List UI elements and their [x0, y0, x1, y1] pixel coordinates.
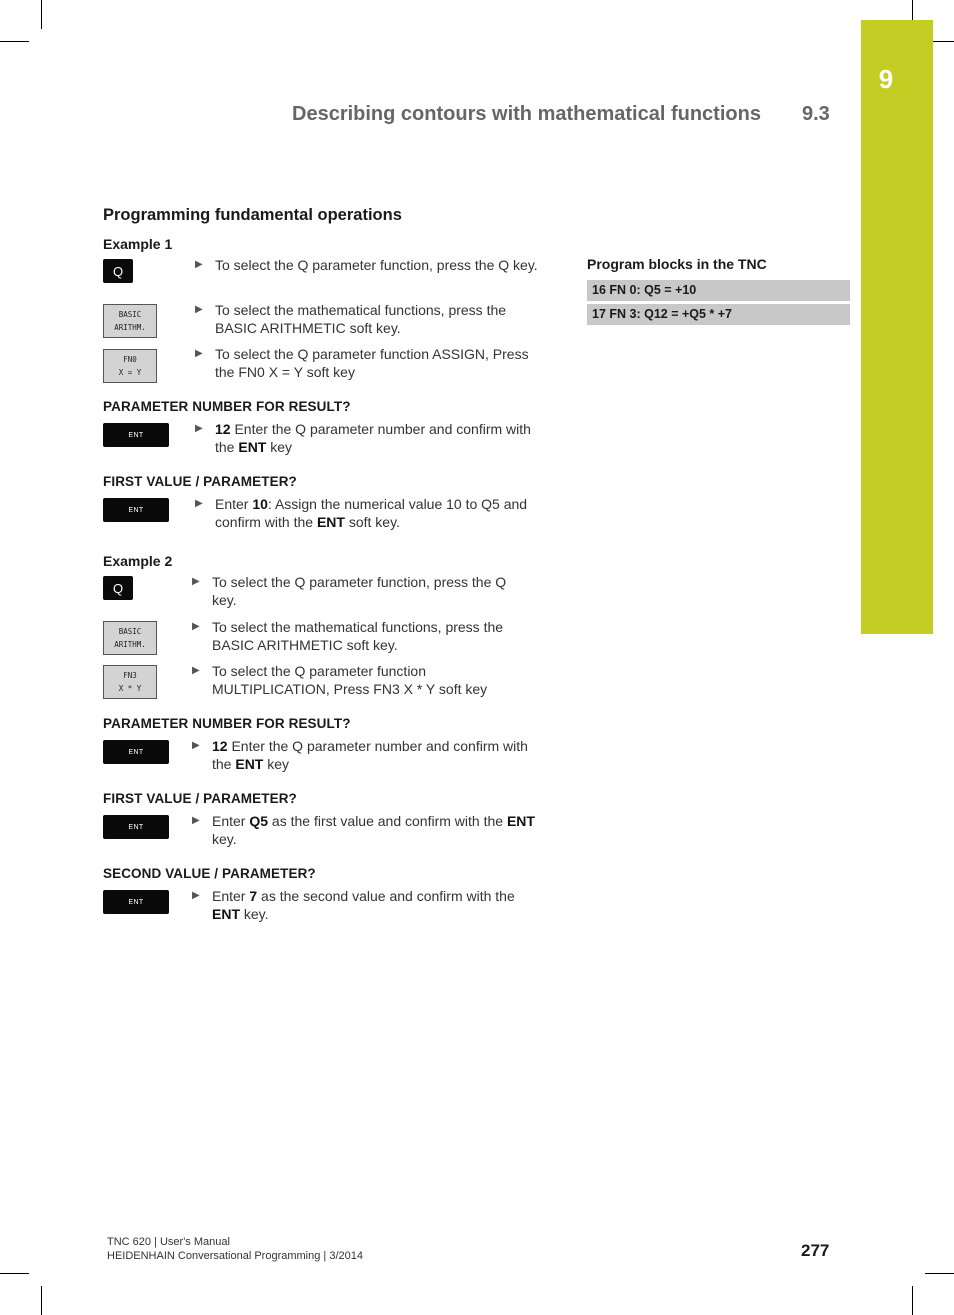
step-text: ▶ To select the Q parameter function, pr… — [195, 257, 538, 273]
chapter-tab: 9 — [861, 20, 933, 634]
triangle-right-icon: ▶ — [195, 259, 203, 270]
chapter-number: 9 — [878, 64, 894, 94]
running-title: Describing contours with mathematical fu… — [292, 103, 761, 125]
footer-line-2: HEIDENHAIN Conversational Programming | … — [107, 1250, 363, 1262]
triangle-right-icon: ▶ — [195, 498, 203, 509]
step-text: ▶ To select the mathematical functions, … — [192, 619, 504, 653]
step-text: ▶ Enter Q5 as the first value and confir… — [192, 813, 535, 847]
step-text: ▶ To select the mathematical functions, … — [195, 302, 507, 336]
prompt-label: PARAMETER NUMBER FOR RESULT? — [103, 716, 351, 731]
triangle-right-icon: ▶ — [195, 348, 203, 359]
section-number: 9.3 — [802, 103, 830, 125]
footer-info: TNC 620 | User's Manual HEIDENHAIN Conve… — [107, 1235, 363, 1263]
example-2-title: Example 2 — [103, 553, 173, 569]
crop-mark — [0, 41, 29, 42]
crop-mark — [41, 1286, 42, 1315]
triangle-right-icon: ▶ — [192, 621, 200, 632]
ent-key: ENT — [103, 815, 169, 839]
step-text: ▶ To select the Q parameter function ASS… — [195, 346, 529, 380]
fn0-softkey: FN0 X = Y — [103, 349, 157, 383]
crop-mark — [0, 1273, 29, 1274]
crop-mark — [925, 1273, 954, 1274]
triangle-right-icon: ▶ — [192, 665, 200, 676]
program-block-line: 17 FN 3: Q12 = +Q5 * +7 — [587, 304, 850, 325]
section-title: Programming fundamental operations — [103, 206, 402, 224]
prompt-label: FIRST VALUE / PARAMETER? — [103, 474, 297, 489]
step-text: ▶ 12 Enter the Q parameter number and co… — [195, 421, 531, 455]
crop-mark — [41, 0, 42, 29]
fn3-softkey: FN3 X * Y — [103, 665, 157, 699]
triangle-right-icon: ▶ — [192, 576, 200, 587]
triangle-right-icon: ▶ — [195, 304, 203, 315]
basic-arithm-softkey: BASIC ARITHM. — [103, 621, 157, 655]
step-text: ▶ To select the Q parameter function, pr… — [192, 574, 507, 608]
crop-mark — [912, 1286, 913, 1315]
step-text: ▶ To select the Q parameter function MUL… — [192, 663, 488, 697]
ent-key: ENT — [103, 498, 169, 522]
step-text: ▶ Enter 7 as the second value and confir… — [192, 888, 515, 922]
page-number: 277 — [801, 1241, 830, 1260]
example-1-title: Example 1 — [103, 236, 173, 252]
triangle-right-icon: ▶ — [192, 890, 200, 901]
triangle-right-icon: ▶ — [195, 423, 203, 434]
step-text: ▶ Enter 10: Assign the numerical value 1… — [195, 496, 528, 530]
q-key: Q — [103, 576, 133, 600]
prompt-label: PARAMETER NUMBER FOR RESULT? — [103, 399, 351, 414]
prompt-label: SECOND VALUE / PARAMETER? — [103, 866, 316, 881]
triangle-right-icon: ▶ — [192, 815, 200, 826]
basic-arithm-softkey: BASIC ARITHM. — [103, 304, 157, 338]
footer-line-1: TNC 620 | User's Manual — [107, 1236, 230, 1248]
crop-mark — [912, 0, 913, 20]
ent-key: ENT — [103, 740, 169, 764]
program-block-line: 16 FN 0: Q5 = +10 — [587, 280, 850, 301]
q-key: Q — [103, 259, 133, 283]
ent-key: ENT — [103, 423, 169, 447]
program-blocks-title: Program blocks in the TNC — [587, 256, 767, 272]
step-text: ▶ 12 Enter the Q parameter number and co… — [192, 738, 528, 772]
triangle-right-icon: ▶ — [192, 740, 200, 751]
prompt-label: FIRST VALUE / PARAMETER? — [103, 791, 297, 806]
crop-mark — [933, 41, 954, 42]
ent-key: ENT — [103, 890, 169, 914]
running-header: Describing contours with mathematical fu… — [292, 103, 830, 126]
